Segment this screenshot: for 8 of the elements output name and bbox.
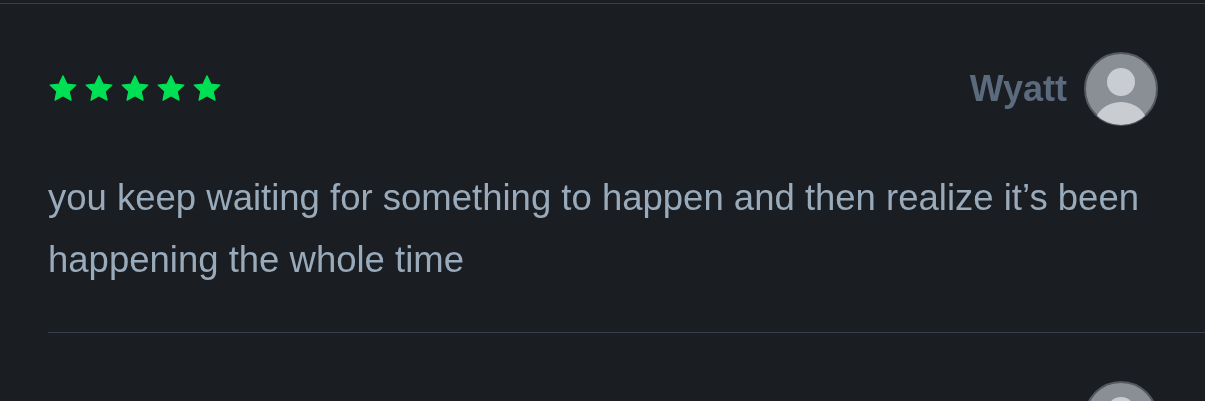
star-icon — [48, 74, 78, 104]
review-text: you keep waiting for something to happen and then realize it’s been happening the whole time — [48, 176, 1140, 282]
star-icon — [84, 74, 114, 104]
reviewer-name[interactable]: Wyatt — [969, 68, 1067, 110]
star-icon — [192, 74, 222, 104]
star-icon — [120, 74, 150, 104]
star-icon — [156, 74, 186, 104]
avatar-icon[interactable] — [1084, 52, 1158, 126]
